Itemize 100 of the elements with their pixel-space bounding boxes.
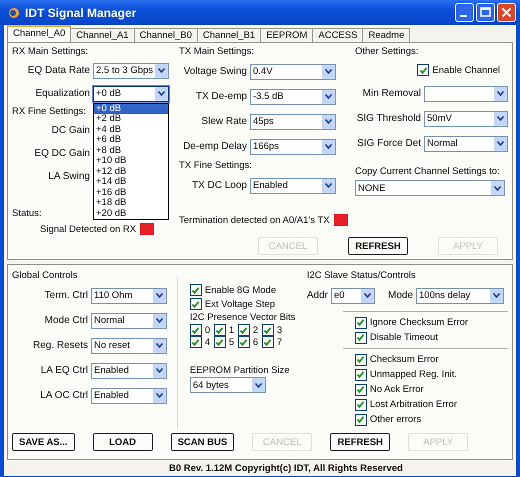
checkbox[interactable] xyxy=(238,324,250,336)
button[interactable]: REFRESH xyxy=(348,237,408,255)
dropdown-field[interactable]: 45ps xyxy=(250,114,336,130)
status-label: Signal Detected on RX xyxy=(40,224,136,234)
checkbox-label: 7 xyxy=(276,336,282,348)
dropdown-field[interactable] xyxy=(424,86,508,102)
dropdown-option[interactable]: +2 dB xyxy=(94,114,168,124)
checkbox[interactable] xyxy=(190,336,202,348)
checkbox-label: 0 xyxy=(204,324,210,336)
section-heading: Other Settings: xyxy=(355,45,418,59)
dropdown-field[interactable]: 100ns delay xyxy=(416,288,504,304)
field-label: SIG Threshold xyxy=(356,113,421,124)
dropdown-field[interactable]: Enabled xyxy=(91,362,167,378)
checkbox-label: 6 xyxy=(252,336,258,348)
status-text: B0 Rev. 1.12M Copyright(c) IDT, All Rights Reserved xyxy=(169,462,403,474)
checkbox[interactable] xyxy=(354,384,367,396)
checkbox[interactable] xyxy=(354,414,367,426)
field-label: Reg. Resets xyxy=(32,340,88,351)
minimize-button[interactable] xyxy=(455,3,474,22)
field-label: LA Swing xyxy=(47,171,90,182)
section-heading: Status: xyxy=(12,207,42,221)
dropdown-field[interactable]: 0.4V xyxy=(250,64,336,80)
field-label: Term. Ctrl xyxy=(44,290,88,301)
checkbox[interactable] xyxy=(214,324,226,336)
checkbox[interactable] xyxy=(190,324,202,336)
dropdown-field[interactable]: Enabled xyxy=(91,388,167,404)
checkbox-label: Enable Channel xyxy=(432,64,500,76)
dropdown-option[interactable]: +8 dB xyxy=(94,146,168,156)
status-indicator xyxy=(334,214,348,226)
button[interactable]: SCAN BUS xyxy=(170,433,234,451)
checkbox[interactable] xyxy=(262,324,274,336)
dropdown-option[interactable]: +6 dB xyxy=(94,135,168,146)
tab[interactable]: Readme xyxy=(362,28,410,42)
tab[interactable]: Channel_B1 xyxy=(196,28,262,42)
dropdown-field[interactable]: +0 dB xyxy=(93,86,169,102)
checkbox[interactable] xyxy=(354,332,367,344)
dropdown-field[interactable]: Normal xyxy=(424,136,508,152)
button[interactable]: REFRESH xyxy=(330,433,390,451)
maximize-button[interactable] xyxy=(476,3,495,22)
dropdown-field[interactable]: Enabled xyxy=(250,178,336,194)
section-heading: RX Main Settings: xyxy=(12,45,88,59)
checkbox[interactable] xyxy=(190,298,202,310)
caret-icon xyxy=(322,140,335,154)
checkbox[interactable] xyxy=(238,336,250,348)
checkbox-label: Enable 8G Mode xyxy=(204,284,276,296)
section-heading: I2C Presence Vector Bits xyxy=(190,311,296,324)
dropdown-field[interactable]: Normal xyxy=(91,312,167,328)
caret-icon xyxy=(153,364,166,378)
dropdown-field[interactable]: -3.5 dB xyxy=(250,88,336,104)
dropdown-option[interactable]: +4 dB xyxy=(94,124,168,135)
dropdown-field[interactable]: No reset xyxy=(91,338,167,354)
caret-icon xyxy=(494,136,507,150)
checkbox[interactable] xyxy=(354,354,367,366)
caret-icon xyxy=(494,86,507,100)
field-label: LA OC Ctrl xyxy=(39,390,88,401)
caret-icon xyxy=(252,378,265,392)
dropdown-field[interactable]: 166ps xyxy=(250,138,336,154)
dropdown-field[interactable]: 50mV xyxy=(424,110,508,126)
tab[interactable]: Channel_B0 xyxy=(134,28,198,42)
dropdown-field[interactable]: NONE xyxy=(355,180,505,196)
dropdown-option[interactable]: +12 dB xyxy=(94,166,168,177)
tab[interactable]: Channel_A0 xyxy=(7,25,72,42)
button[interactable]: SAVE AS... xyxy=(12,433,75,451)
checkbox[interactable] xyxy=(417,64,430,76)
checkbox-label: 4 xyxy=(204,336,210,348)
dropdown-field[interactable]: 64 bytes xyxy=(190,377,266,393)
button[interactable]: LOAD xyxy=(92,433,153,451)
dropdown-option[interactable]: +10 dB xyxy=(94,156,168,166)
field-label: Addr xyxy=(306,290,328,301)
caret-icon xyxy=(491,181,504,195)
window-title: IDT Signal Manager xyxy=(25,6,138,20)
checkbox[interactable] xyxy=(262,336,274,348)
dropdown-field[interactable]: e0 xyxy=(330,288,375,304)
field-label: TX De-emp xyxy=(194,91,247,102)
tab[interactable]: Channel_A1 xyxy=(70,28,135,42)
checkbox-label: Ignore Checksum Error xyxy=(370,317,468,328)
dropdown-option[interactable]: +16 dB xyxy=(94,188,168,198)
close-button[interactable] xyxy=(497,3,516,22)
field-label: Min Removal xyxy=(362,88,421,99)
checkbox[interactable] xyxy=(354,368,367,380)
dropdown-option[interactable]: +0 dB xyxy=(94,104,168,114)
caret-icon xyxy=(360,288,374,302)
checkbox[interactable] xyxy=(354,398,367,410)
button: CANCEL xyxy=(252,433,312,451)
dropdown-option[interactable]: +18 dB xyxy=(94,198,168,208)
dropdown-field[interactable]: 110 Ohm xyxy=(91,288,167,304)
field-label: EQ DC Gain xyxy=(33,148,90,159)
caret-icon xyxy=(153,338,166,352)
checkbox[interactable] xyxy=(214,336,226,348)
checkbox-label: 1 xyxy=(228,324,234,336)
dropdown-option[interactable]: +20 dB xyxy=(94,208,168,219)
field-label: Voltage Swing xyxy=(182,66,247,77)
field-label: TX DC Loop xyxy=(190,180,247,191)
field-label: Mode Ctrl xyxy=(44,315,88,326)
dropdown-option[interactable]: +14 dB xyxy=(94,177,168,188)
caret-icon xyxy=(322,114,335,128)
checkbox[interactable] xyxy=(354,316,367,328)
checkbox[interactable] xyxy=(190,284,202,296)
status-label: Termination detected on A0/A1's TX xyxy=(179,214,330,226)
dropdown-field[interactable]: 2.5 to 3 Gbps xyxy=(93,62,169,78)
